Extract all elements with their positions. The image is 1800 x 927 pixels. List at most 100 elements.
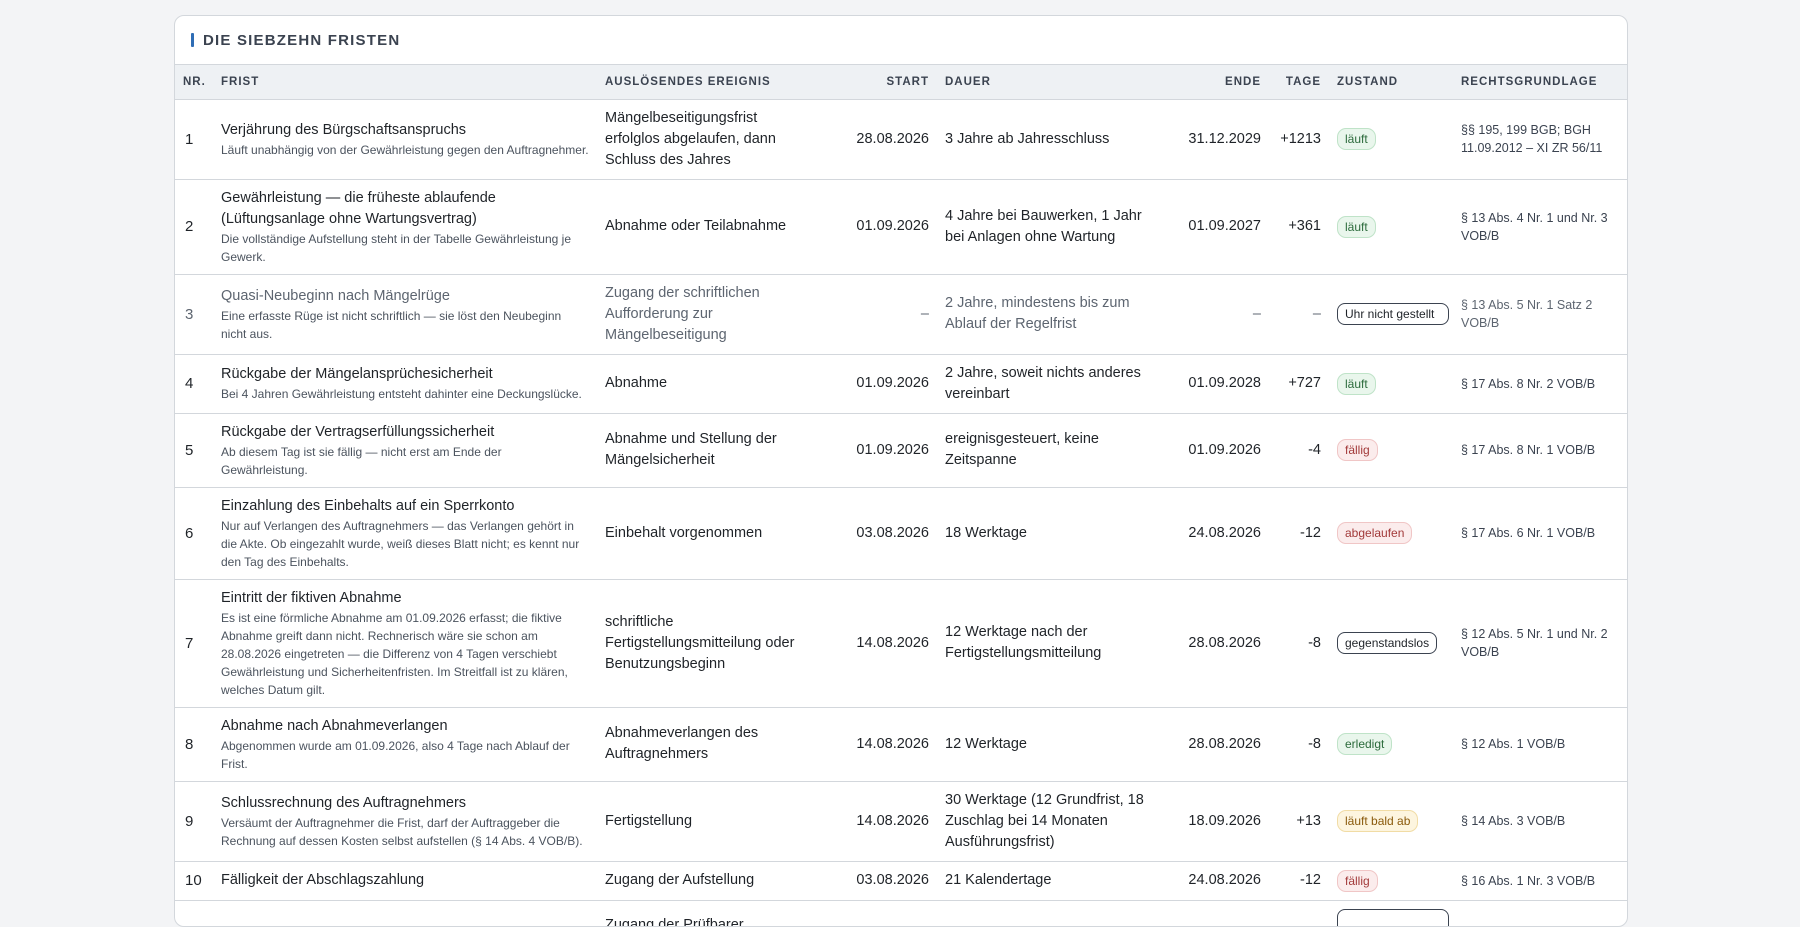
table-row[interactable]: 8 Abnahme nach Abnahmeverlangen Abgenomm…	[175, 707, 1627, 781]
status-badge: fällig	[1337, 870, 1378, 892]
column-header-dauer[interactable]: DAUER	[937, 65, 1173, 99]
column-header-nr[interactable]: NR.	[175, 65, 213, 99]
trigger-event: Fertigstellung	[597, 781, 823, 861]
section-header: DIE SIEBZEHN FRISTEN	[175, 16, 1627, 65]
deadline-cell: Eintritt der fiktiven Abnahme Es ist ein…	[213, 579, 597, 707]
trigger-event: Abnahme oder Teilabnahme	[597, 179, 823, 274]
column-header-ende[interactable]: ENDE	[1173, 65, 1269, 99]
deadline-note: Nur auf Verlangen des Auftragnehmers — d…	[221, 517, 589, 571]
deadline-title: Fälligkeit der Abschlagszahlung	[221, 870, 589, 891]
days-remaining: +1213	[1269, 99, 1329, 179]
deadline-cell: Einzahlung des Einbehalts auf ein Sperrk…	[213, 487, 597, 579]
table-row[interactable]: 10 Fälligkeit der Abschlagszahlung Zugan…	[175, 861, 1627, 900]
table-row[interactable]: 1 Verjährung des Bürgschaftsanspruchs Lä…	[175, 99, 1627, 179]
row-number: 10	[175, 861, 213, 900]
end-date: 24.08.2026	[1173, 487, 1269, 579]
deadline-title: Gewährleistung — die früheste ablaufende…	[221, 188, 589, 230]
table-row[interactable]: Zugang der Prüfbarer	[175, 900, 1627, 927]
table-row[interactable]: 7 Eintritt der fiktiven Abnahme Es ist e…	[175, 579, 1627, 707]
deadline-cell: Rückgabe der Mängelansprüchesicherheit B…	[213, 354, 597, 413]
duration: 2 Jahre, mindestens bis zum Ablauf der R…	[937, 274, 1173, 354]
deadline-note: Es ist eine förmliche Abnahme am 01.09.2…	[221, 609, 589, 699]
days-remaining: +727	[1269, 354, 1329, 413]
end-date: 01.09.2027	[1173, 179, 1269, 274]
deadline-note: Bei 4 Jahren Gewährleistung entsteht dah…	[221, 385, 589, 403]
row-number	[175, 900, 213, 927]
deadline-cell: Abnahme nach Abnahmeverlangen Abgenommen…	[213, 707, 597, 781]
column-header-start[interactable]: START	[823, 65, 937, 99]
legal-basis: §§ 195, 199 BGB; BGH 11.09.2012 – XI ZR …	[1453, 99, 1627, 179]
trigger-event: schriftliche Fertigstellungsmitteilung o…	[597, 579, 823, 707]
status-badge: abgelaufen	[1337, 522, 1412, 544]
start-date: 14.08.2026	[823, 579, 937, 707]
row-number: 1	[175, 99, 213, 179]
row-number: 9	[175, 781, 213, 861]
duration: 3 Jahre ab Jahresschluss	[937, 99, 1173, 179]
status-badge	[1337, 909, 1449, 927]
days-remaining: -12	[1269, 861, 1329, 900]
table-header-row: NR. FRIST AUSLÖSENDES EREIGNIS START DAU…	[175, 65, 1627, 99]
trigger-event: Abnahmeverlangen des Auftragnehmers	[597, 707, 823, 781]
section-accent-bar	[191, 33, 194, 47]
table-row[interactable]: 6 Einzahlung des Einbehalts auf ein Sper…	[175, 487, 1627, 579]
column-header-zustand[interactable]: ZUSTAND	[1329, 65, 1453, 99]
start-date: 01.09.2026	[823, 179, 937, 274]
status-cell: fällig	[1329, 861, 1453, 900]
duration: ereignisgesteuert, keine Zeitspanne	[937, 413, 1173, 487]
table-row[interactable]: 4 Rückgabe der Mängelansprüchesicherheit…	[175, 354, 1627, 413]
legal-basis: § 17 Abs. 8 Nr. 2 VOB/B	[1453, 354, 1627, 413]
days-remaining: -8	[1269, 579, 1329, 707]
end-date	[1173, 900, 1269, 927]
duration: 21 Kalendertage	[937, 861, 1173, 900]
duration: 12 Werktage	[937, 707, 1173, 781]
deadline-note: Versäumt der Auftragnehmer die Frist, da…	[221, 814, 589, 850]
deadline-cell: Verjährung des Bürgschaftsanspruchs Läuf…	[213, 99, 597, 179]
table-row[interactable]: 9 Schlussrechnung des Auftragnehmers Ver…	[175, 781, 1627, 861]
legal-basis: § 12 Abs. 1 VOB/B	[1453, 707, 1627, 781]
column-header-tage[interactable]: TAGE	[1269, 65, 1329, 99]
table-row[interactable]: 2 Gewährleistung — die früheste ablaufen…	[175, 179, 1627, 274]
column-header-ereignis[interactable]: AUSLÖSENDES EREIGNIS	[597, 65, 823, 99]
table-row[interactable]: 3 Quasi-Neubeginn nach Mängelrüge Eine e…	[175, 274, 1627, 354]
duration: 30 Werktage (12 Grundfrist, 18 Zuschlag …	[937, 781, 1173, 861]
deadline-cell: Gewährleistung — die früheste ablaufende…	[213, 179, 597, 274]
status-badge: läuft	[1337, 128, 1376, 150]
status-badge: erledigt	[1337, 733, 1392, 755]
deadline-cell: Rückgabe der Vertragserfüllungssicherhei…	[213, 413, 597, 487]
status-cell: fällig	[1329, 413, 1453, 487]
deadline-note: Die vollständige Aufstellung steht in de…	[221, 230, 589, 266]
deadline-note: Ab diesem Tag ist sie fällig — nicht ers…	[221, 443, 589, 479]
status-badge: fällig	[1337, 439, 1378, 461]
trigger-event: Abnahme	[597, 354, 823, 413]
table-row[interactable]: 5 Rückgabe der Vertragserfüllungssicherh…	[175, 413, 1627, 487]
trigger-event: Zugang der Prüfbarer	[597, 900, 823, 927]
days-remaining	[1269, 900, 1329, 927]
days-remaining: -8	[1269, 707, 1329, 781]
deadline-cell: Fälligkeit der Abschlagszahlung	[213, 861, 597, 900]
days-remaining: –	[1269, 274, 1329, 354]
start-date: 28.08.2026	[823, 99, 937, 179]
deadline-note: Eine erfasste Rüge ist nicht schriftlich…	[221, 307, 589, 343]
legal-basis	[1453, 900, 1627, 927]
row-number: 2	[175, 179, 213, 274]
row-number: 8	[175, 707, 213, 781]
days-remaining: -12	[1269, 487, 1329, 579]
status-cell: läuft	[1329, 99, 1453, 179]
end-date: 18.09.2026	[1173, 781, 1269, 861]
row-number: 6	[175, 487, 213, 579]
duration: 2 Jahre, soweit nichts anderes vereinbar…	[937, 354, 1173, 413]
duration: 18 Werktage	[937, 487, 1173, 579]
end-date: 24.08.2026	[1173, 861, 1269, 900]
end-date: 01.09.2026	[1173, 413, 1269, 487]
status-cell: Uhr nicht gestellt	[1329, 274, 1453, 354]
column-header-frist[interactable]: FRIST	[213, 65, 597, 99]
column-header-rechtsgrundlage[interactable]: RECHTSGRUNDLAGE	[1453, 65, 1627, 99]
duration: 12 Werktage nach der Fertigstellungsmitt…	[937, 579, 1173, 707]
trigger-event: Abnahme und Stellung der Mängelsicherhei…	[597, 413, 823, 487]
deadlines-card: DIE SIEBZEHN FRISTEN NR. FRIST AUSLÖSEND…	[174, 15, 1628, 927]
trigger-event: Zugang der Aufstellung	[597, 861, 823, 900]
end-date: 31.12.2029	[1173, 99, 1269, 179]
start-date: 01.09.2026	[823, 354, 937, 413]
duration	[937, 900, 1173, 927]
status-cell: läuft	[1329, 354, 1453, 413]
